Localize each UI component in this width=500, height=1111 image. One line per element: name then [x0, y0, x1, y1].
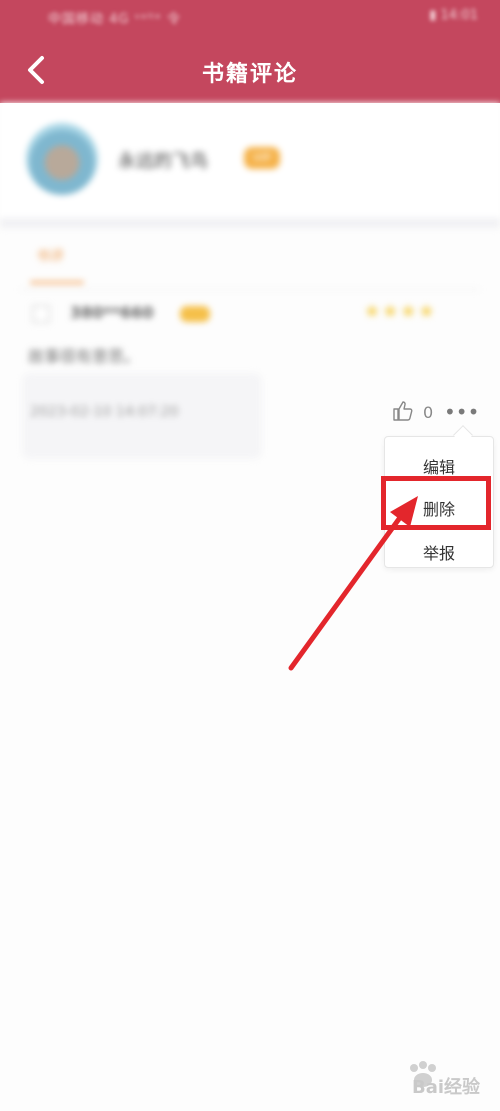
thumbs-up-icon[interactable] — [392, 400, 414, 422]
more-options-icon[interactable]: ••• — [444, 402, 479, 422]
like-count: 0 — [423, 403, 434, 422]
carrier-status: 中国移动 4G ᵛᵒˡᵗᵉ 令 — [48, 12, 181, 27]
status-bar: 中国移动 4G ᵛᵒˡᵗᵉ 令 ▮ 14:01 — [0, 0, 500, 36]
delete-highlight-box — [381, 476, 491, 530]
page-title: 书籍评论 — [201, 62, 298, 87]
watermark-text: Bai经验 — [412, 1077, 481, 1098]
reviewer-name: 380**660 — [70, 303, 154, 322]
avatar[interactable] — [26, 123, 98, 195]
tab-reviews[interactable]: 书评 — [36, 246, 64, 266]
user-badge: VIP — [244, 147, 280, 169]
section-divider — [0, 218, 500, 228]
review-timestamp: 2023-02-10 14:07:20 — [30, 404, 179, 420]
review-text: 故事很有意思。 — [28, 347, 141, 366]
review-page-content: 永远的飞鸟 VIP 书评 380**660 ★★★★ 故事很有意思。 2023-… — [0, 103, 500, 1111]
menu-item-edit[interactable]: 编辑 — [384, 454, 494, 478]
divider — [20, 289, 480, 290]
top-app-bar: 中国移动 4G ᵛᵒˡᵗᵉ 令 ▮ 14:01 书籍评论 — [0, 0, 500, 103]
username: 永远的飞鸟 — [118, 151, 208, 172]
battery-time-status: ▮ 14:01 — [429, 8, 478, 23]
profile-section: 永远的飞鸟 VIP — [0, 103, 500, 218]
level-badge — [180, 306, 210, 322]
rating-stars: ★★★★ — [364, 301, 437, 322]
menu-item-report[interactable]: 举报 — [384, 540, 494, 564]
reviewer-avatar-icon — [32, 305, 50, 323]
tab-active-indicator — [30, 281, 84, 284]
